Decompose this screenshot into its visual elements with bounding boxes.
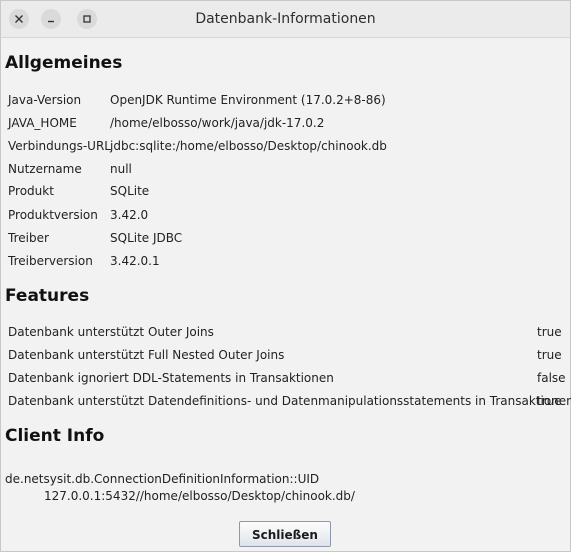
general-row-value: SQLite (110, 184, 150, 198)
feature-row-value: false (537, 371, 566, 385)
feature-row: Datenbank unterstützt Full Nested Outer … (8, 347, 566, 363)
general-row-value: /home/elbosso/work/java/jdk-17.0.2 (110, 116, 325, 130)
general-row-label: Nutzername (8, 162, 82, 176)
feature-row-label: Datenbank unterstützt Full Nested Outer … (8, 348, 285, 362)
general-row-value: OpenJDK Runtime Environment (17.0.2+8-86… (110, 93, 386, 107)
general-row-value: SQLite JDBC (110, 231, 183, 245)
feature-row-value: true (537, 325, 562, 339)
client-info-key: de.netsysit.db.ConnectionDefinitionInfor… (5, 472, 320, 486)
client-info-value: 127.0.0.1:5432//home/elbosso/Desktop/chi… (44, 489, 355, 503)
close-button[interactable]: Schließen (239, 521, 331, 547)
general-row-label: Produkt (8, 184, 54, 198)
general-row-label: Java-Version (8, 93, 82, 107)
title-bar[interactable]: Datenbank-Informationen (1, 1, 570, 38)
general-row-label: Verbindungs-URL (8, 139, 111, 153)
window-title: Datenbank-Informationen (195, 11, 376, 27)
feature-row: Datenbank unterstützt Datendefinitions- … (8, 393, 571, 409)
feature-row: Datenbank ignoriert DDL-Statements in Tr… (8, 370, 566, 386)
feature-row-value: true (537, 348, 562, 362)
feature-row-value: true (537, 394, 562, 408)
section-title-general: Allgemeines (5, 53, 123, 73)
general-row-value: null (110, 162, 132, 176)
dialog-content: Allgemeines Java-Version OpenJDK Runtime… (1, 38, 571, 551)
feature-row-label: Datenbank unterstützt Datendefinitions- … (8, 394, 571, 408)
general-row-value: 3.42.0 (110, 208, 149, 222)
dialog-window: Datenbank-Informationen Allgemeines Java… (0, 0, 571, 552)
general-row-value: jdbc:sqlite:/home/elbosso/Desktop/chinoo… (110, 139, 387, 153)
general-row-label: Produktversion (8, 208, 98, 222)
section-title-features: Features (5, 286, 90, 306)
general-row-label: JAVA_HOME (8, 116, 77, 130)
general-row-label: Treiberversion (8, 254, 93, 268)
feature-row-label: Datenbank unterstützt Outer Joins (8, 325, 214, 339)
general-row-label: Treiber (8, 231, 49, 245)
feature-row: Datenbank unterstützt Outer Joins true (8, 324, 566, 340)
feature-row-label: Datenbank ignoriert DDL-Statements in Tr… (8, 371, 334, 385)
section-title-client-info: Client Info (5, 426, 105, 446)
general-row-value: 3.42.0.1 (110, 254, 160, 268)
